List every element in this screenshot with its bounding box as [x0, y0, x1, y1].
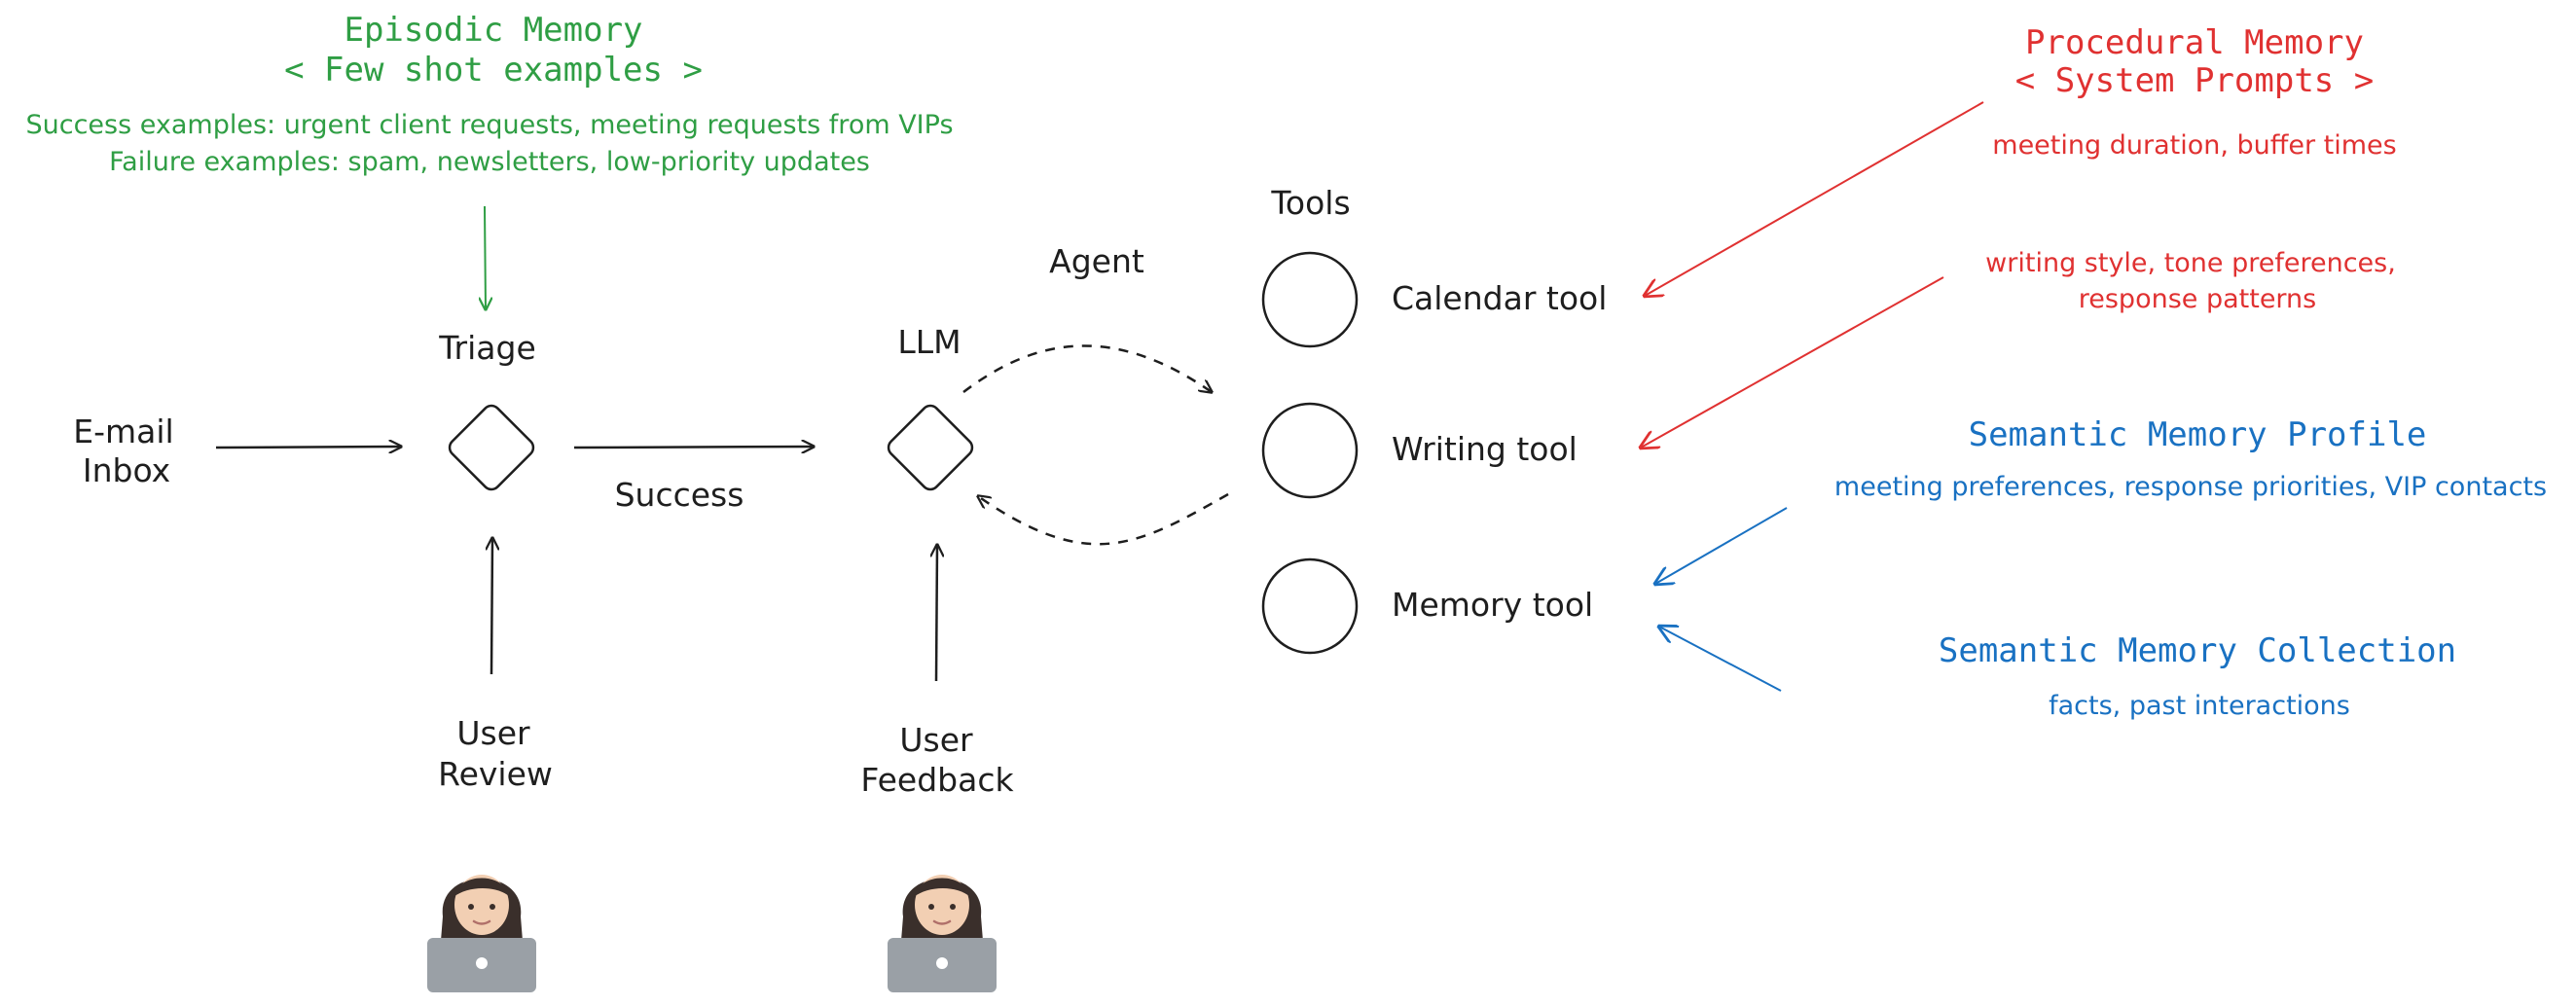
semantic-memory-collection-title: Semantic Memory Collection: [1938, 631, 2457, 670]
triage-label: Triage: [439, 329, 536, 367]
arrow-episodic-to-triage: [485, 205, 486, 309]
arrow-procedural-to-calendar: [1645, 101, 1984, 296]
arrow-procedural-to-writing: [1641, 276, 1944, 448]
user-feedback-label-line2: Feedback: [860, 761, 1014, 799]
person-with-laptop-icon: [427, 875, 536, 992]
user-feedback-label-line1: User: [899, 721, 973, 759]
arrow-llm-to-tools: [962, 344, 1212, 392]
episodic-memory-title: Episodic Memory: [344, 11, 643, 50]
semantic-memory-profile-title: Semantic Memory Profile: [1968, 415, 2427, 454]
writing-tool-circle: [1261, 402, 1359, 499]
calendar-tool-circle: [1261, 251, 1359, 348]
memory-tool-circle: [1261, 557, 1359, 655]
arrow-semantic-collection-to-memory: [1659, 627, 1782, 692]
arrow-tools-to-llm: [978, 492, 1229, 546]
episodic-success-examples: Success examples: urgent client requests…: [25, 110, 954, 140]
success-label: Success: [614, 476, 744, 514]
memory-tool-label: Memory tool: [1392, 586, 1594, 624]
arrow-user-review-to-triage: [491, 538, 492, 675]
calendar-tool-label: Calendar tool: [1392, 279, 1608, 317]
user-review-label-line2: Review: [438, 755, 553, 793]
triage-diamond: [448, 404, 535, 491]
procedural-memory-subtitle: < System Prompts >: [2014, 61, 2375, 100]
arrow-semantic-profile-to-memory: [1655, 507, 1788, 584]
arrow-user-feedback-to-llm: [936, 545, 937, 682]
procedural-writing-note-line2: response patterns: [2078, 284, 2317, 314]
llm-label: LLM: [897, 323, 961, 361]
arrow-triage-to-llm: [573, 447, 814, 448]
tools-header: Tools: [1271, 184, 1351, 222]
episodic-memory-subtitle: < Few shot examples >: [284, 51, 703, 90]
semantic-collection-note: facts, past interactions: [2049, 691, 2350, 721]
arrow-inbox-to-triage: [215, 447, 401, 448]
person-with-laptop-icon: [888, 875, 997, 992]
email-inbox-label-line1: E-mail: [73, 413, 174, 450]
email-inbox-label-line2: Inbox: [82, 451, 171, 489]
procedural-memory-title: Procedural Memory: [2025, 23, 2364, 62]
procedural-calendar-note: meeting duration, buffer times: [1992, 130, 2397, 161]
semantic-profile-note: meeting preferences, response priorities…: [1833, 472, 2548, 502]
user-review-label-line1: User: [456, 714, 530, 752]
llm-diamond: [887, 404, 974, 491]
writing-tool-label: Writing tool: [1392, 430, 1578, 468]
episodic-failure-examples: Failure examples: spam, newsletters, low…: [109, 147, 870, 177]
agent-label: Agent: [1049, 242, 1144, 280]
procedural-writing-note-line1: writing style, tone preferences,: [1985, 248, 2396, 278]
